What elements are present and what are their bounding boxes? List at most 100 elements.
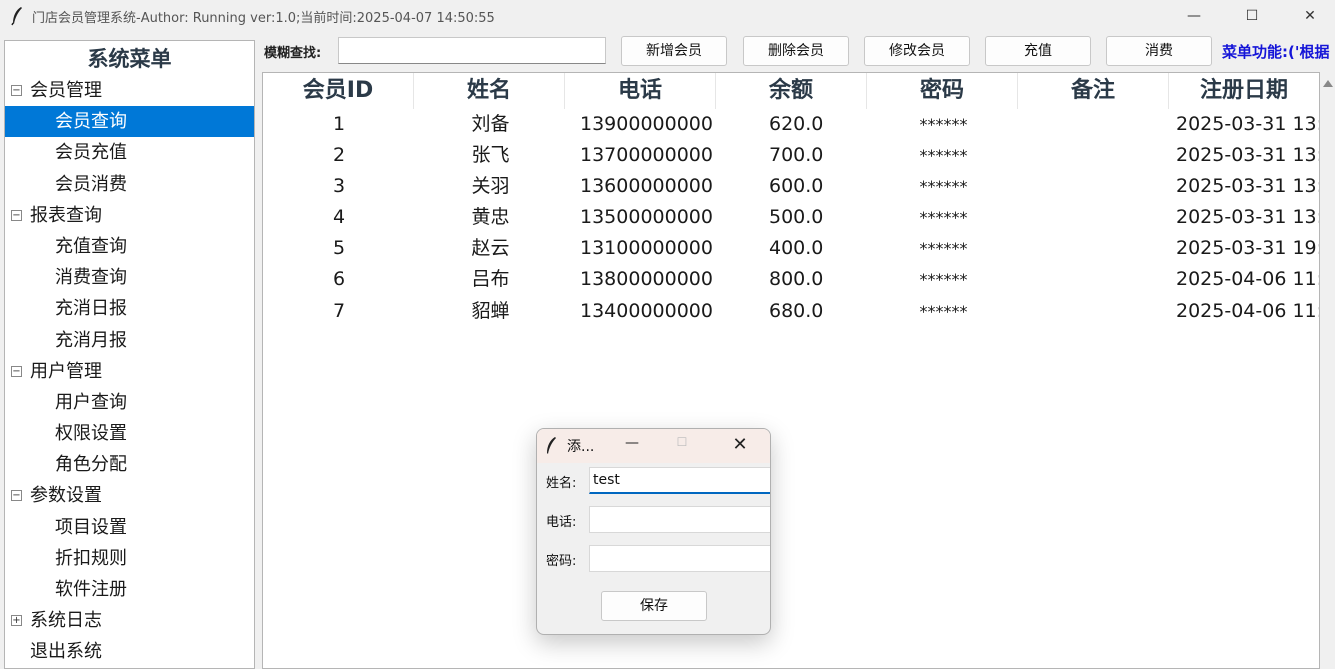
table-cell: ****** xyxy=(919,239,968,259)
table-cell: 张飞 xyxy=(471,144,510,167)
sidebar-item[interactable]: 权限设置 xyxy=(5,418,254,449)
table-cell xyxy=(1019,171,1170,202)
edit-member-button[interactable]: 修改会员 xyxy=(864,36,970,66)
collapse-icon[interactable]: − xyxy=(11,209,22,221)
table-cell: ****** xyxy=(919,270,968,290)
sidebar-item[interactable]: 会员查询 xyxy=(5,106,254,138)
table-cell: 2025-03-31 19: xyxy=(1176,237,1320,260)
password-field[interactable] xyxy=(589,545,770,572)
table-cell: ****** xyxy=(919,208,968,228)
sidebar-item[interactable]: 项目设置 xyxy=(5,512,254,543)
dialog-close-button[interactable]: ✕ xyxy=(725,434,755,458)
column-header[interactable]: 备注 xyxy=(1018,73,1169,109)
sidebar-item-label: 会员消费 xyxy=(55,173,127,195)
add-member-button[interactable]: 新增会员 xyxy=(621,36,727,66)
sidebar-item-label: 会员查询 xyxy=(55,111,127,133)
table-cell: 刘备 xyxy=(471,113,510,135)
table-cell: 13800000000 xyxy=(580,268,713,291)
table-row[interactable]: 7 貂蝉 13400000000 680.0 ****** 2025-04-06 11: xyxy=(263,296,1319,327)
collapse-icon[interactable]: − xyxy=(11,490,22,502)
collapse-icon[interactable]: − xyxy=(11,85,22,96)
table-cell: 4 xyxy=(332,206,346,229)
sidebar-item-label: 充消月报 xyxy=(55,329,127,351)
sidebar-item[interactable]: 充消日报 xyxy=(5,293,254,324)
recharge-button[interactable]: 充值 xyxy=(985,36,1091,66)
table-cell: 6 xyxy=(332,268,346,291)
toolbar: 模糊查找: 新增会员 删除会员 修改会员 充值 消费 菜单功能:('根据 xyxy=(262,36,1335,66)
sidebar-item[interactable]: + 系统日志 xyxy=(5,605,254,636)
close-button[interactable]: ✕ xyxy=(1281,0,1335,32)
column-header[interactable]: 电话 xyxy=(565,73,716,109)
sidebar-item-label: 用户管理 xyxy=(30,360,102,382)
sidebar-item[interactable]: 退出系统 xyxy=(5,636,254,667)
sidebar-item-label: 充消日报 xyxy=(55,298,127,320)
sidebar-item[interactable]: − 报表查询 xyxy=(5,200,254,231)
table-cell: 2025-03-31 13: xyxy=(1176,175,1320,198)
sidebar-item[interactable]: 消费查询 xyxy=(5,262,254,293)
sidebar-item-label: 角色分配 xyxy=(55,454,127,476)
table-row[interactable]: 5 赵云 13100000000 400.0 ****** 2025-03-31 19: xyxy=(263,233,1320,264)
scroll-up-arrow-icon[interactable] xyxy=(1323,80,1333,87)
table-cell: 13700000000 xyxy=(580,144,713,167)
search-input[interactable] xyxy=(338,37,606,64)
sidebar-item[interactable]: 用户查询 xyxy=(5,387,254,418)
feather-icon xyxy=(11,7,22,26)
name-field[interactable]: test xyxy=(589,467,770,494)
table-row[interactable]: 3 关羽 13600000000 600.0 ****** 2025-03-31 13: xyxy=(263,171,1320,202)
dialog-minimize-button[interactable]: — xyxy=(617,435,647,457)
sidebar-item[interactable]: 会员充值 xyxy=(5,137,254,168)
save-button[interactable]: 保存 xyxy=(601,591,707,621)
delete-member-button[interactable]: 删除会员 xyxy=(743,36,849,66)
window-titlebar: 门店会员管理系统-Author: Running ver:1.0;当前时间:20… xyxy=(0,0,1335,32)
table-cell xyxy=(1019,296,1170,327)
table-row[interactable]: 6 吕布 13800000000 800.0 ****** 2025-04-06 11: xyxy=(263,264,1319,295)
table-cell: 赵云 xyxy=(471,237,510,260)
table-cell: 2025-03-31 13: xyxy=(1176,144,1320,167)
column-header[interactable]: 会员ID xyxy=(263,73,414,109)
expand-icon[interactable]: + xyxy=(11,615,22,627)
table-cell: 13600000000 xyxy=(580,175,713,198)
consume-button[interactable]: 消费 xyxy=(1106,36,1212,66)
table-cell: 1 xyxy=(332,113,346,135)
sidebar-item[interactable]: 软件注册 xyxy=(5,574,254,605)
table-cell: 吕布 xyxy=(471,268,510,291)
sidebar-item[interactable]: − 参数设置 xyxy=(5,480,254,511)
sidebar-item-label: 参数设置 xyxy=(30,485,102,507)
sidebar-item[interactable]: 会员消费 xyxy=(5,169,254,200)
table-cell: 13400000000 xyxy=(580,299,713,322)
password-label: 密码: xyxy=(546,554,577,569)
window-title: 门店会员管理系统-Author: Running ver:1.0;当前时间:20… xyxy=(32,10,495,26)
table-body: 1 刘备 13900000000 620.0 ****** 2025-03-31 13: 2… xyxy=(263,109,1320,327)
sidebar-item[interactable]: 充消月报 xyxy=(5,325,254,356)
column-header[interactable]: 姓名 xyxy=(414,73,565,109)
column-header[interactable]: 余额 xyxy=(716,73,867,109)
minimize-button[interactable]: — xyxy=(1165,0,1223,32)
table-row[interactable]: 1 刘备 13900000000 620.0 ****** 2025-03-31 13: xyxy=(263,109,1320,140)
sidebar-item[interactable]: 充值查询 xyxy=(5,231,254,262)
table-cell xyxy=(1019,140,1170,171)
sidebar-item[interactable]: 角色分配 xyxy=(5,449,254,480)
sidebar-item-label: 消费查询 xyxy=(55,267,127,289)
collapse-icon[interactable]: − xyxy=(11,365,22,377)
column-header[interactable]: 密码 xyxy=(867,73,1018,109)
sidebar-item[interactable]: − 会员管理 xyxy=(5,75,254,106)
sidebar-item[interactable]: − 用户管理 xyxy=(5,356,254,387)
vertical-scrollbar[interactable] xyxy=(1320,72,1335,669)
table-cell: 13900000000 xyxy=(580,113,713,135)
table-cell: 13500000000 xyxy=(580,206,713,229)
table-row[interactable]: 4 黄忠 13500000000 500.0 ****** 2025-03-31 13: xyxy=(263,202,1319,233)
table-cell: ****** xyxy=(919,146,968,166)
sidebar-title: 系统菜单 xyxy=(87,47,172,71)
column-header[interactable]: 注册日期 xyxy=(1169,73,1319,109)
maximize-button[interactable]: ☐ xyxy=(1223,0,1281,32)
sidebar-item[interactable]: 折扣规则 xyxy=(5,543,254,574)
sidebar-item-label: 退出系统 xyxy=(30,641,102,663)
sidebar-item-label: 用户查询 xyxy=(55,391,127,413)
table-cell: 2025-03-31 13: xyxy=(1176,113,1320,135)
dialog-titlebar: 添... — ☐ ✕ xyxy=(537,429,770,463)
phone-field[interactable] xyxy=(589,506,770,533)
table-row[interactable]: 2 张飞 13700000000 700.0 ****** 2025-03-31 13: xyxy=(263,140,1320,171)
sidebar-item-label: 充值查询 xyxy=(55,235,127,257)
table-cell: ****** xyxy=(919,301,968,321)
sidebar-item-label: 项目设置 xyxy=(55,516,127,538)
